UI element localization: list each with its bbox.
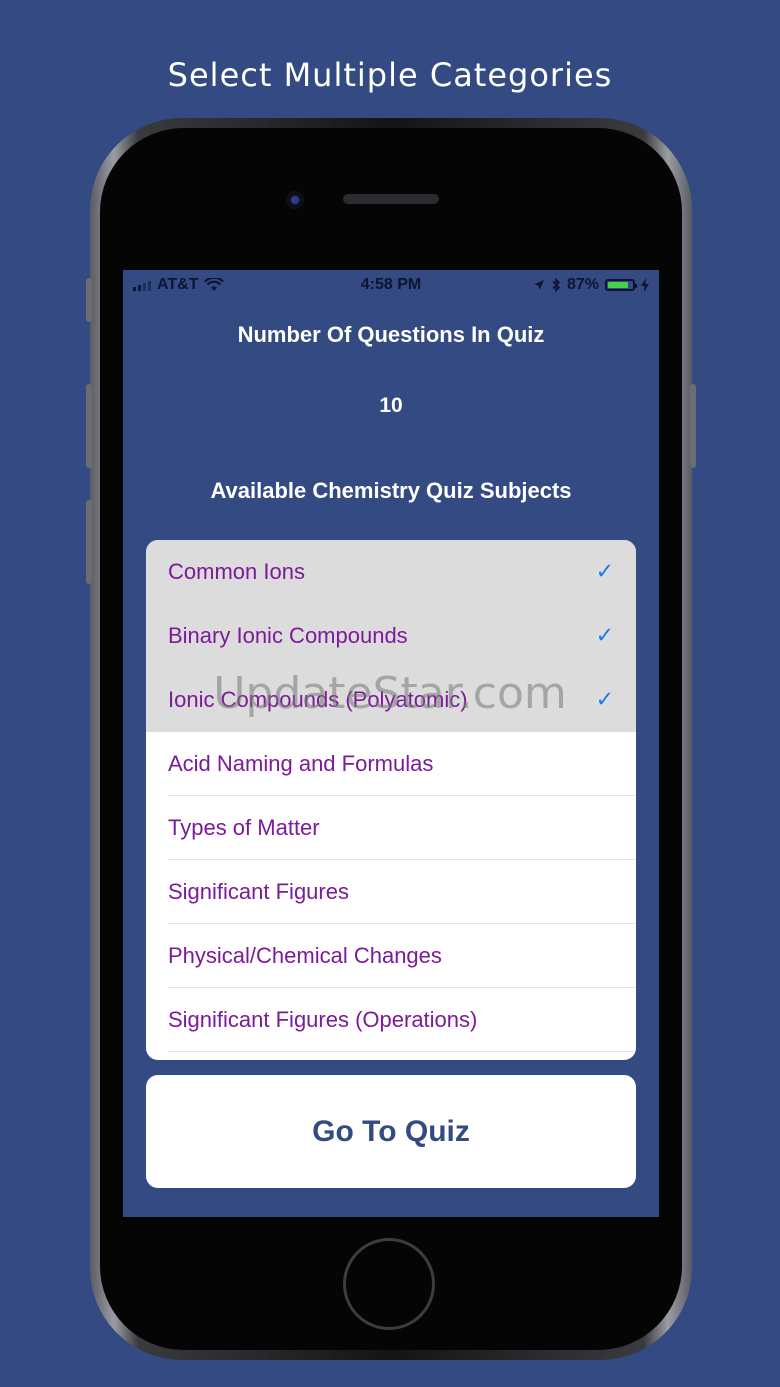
app-screen: AT&T 4:58 PM 87% Number Of Questions In … [123,270,659,1217]
go-to-quiz-button[interactable]: Go To Quiz [146,1075,636,1188]
volume-down-button [86,500,92,584]
questions-count[interactable]: 10 [123,394,659,418]
subject-label: Common Ions [168,559,305,584]
battery-icon [605,279,637,291]
volume-up-button [86,384,92,468]
subject-label: Significant Figures [168,879,349,904]
earpiece-speaker [343,194,439,204]
subject-label: Binary Ionic Compounds [168,623,408,648]
battery-percent: 87% [566,276,599,293]
subject-label: Ionic Compounds (Polyatomic) [168,687,468,712]
row-separator [168,1051,636,1052]
subject-row[interactable]: Physical/Chemical Changes [146,924,636,988]
mute-switch [86,278,92,322]
checkmark-icon: ✓ [595,623,614,649]
checkmark-icon: ✓ [595,687,614,713]
subject-row[interactable]: Significant Figures [146,860,636,924]
power-button [690,384,696,468]
status-bar: AT&T 4:58 PM 87% [123,270,659,298]
subject-row[interactable]: Common Ions ✓ [146,540,636,604]
subject-label: Types of Matter [168,815,320,840]
subject-row[interactable]: Binary Ionic Compounds ✓ [146,604,636,668]
front-camera-icon [286,191,304,209]
subject-list: Common Ions ✓ Binary Ionic Compounds ✓ Ionic… [146,540,636,1060]
location-icon [533,280,544,290]
subject-row[interactable]: Acid Naming and Formulas [146,732,636,796]
subject-label: Significant Figures (Operations) [168,1007,478,1032]
questions-heading: Number Of Questions In Quiz [237,322,545,347]
home-button[interactable] [343,1238,435,1330]
subject-label: Physical/Chemical Changes [168,943,442,968]
promo-caption: Select Multiple Categories [167,56,613,94]
subject-row[interactable]: Ionic Compounds (Polyatomic) ✓ [146,668,636,732]
bluetooth-icon [552,278,561,292]
subjects-heading: Available Chemistry Quiz Subjects [210,478,572,503]
battery-level [608,282,629,288]
charging-icon [641,278,649,292]
checkmark-icon: ✓ [595,559,614,585]
subject-label: Acid Naming and Formulas [168,751,434,776]
subject-row[interactable]: Significant Figures (Operations) [146,988,636,1052]
subject-row[interactable]: Types of Matter [146,796,636,860]
